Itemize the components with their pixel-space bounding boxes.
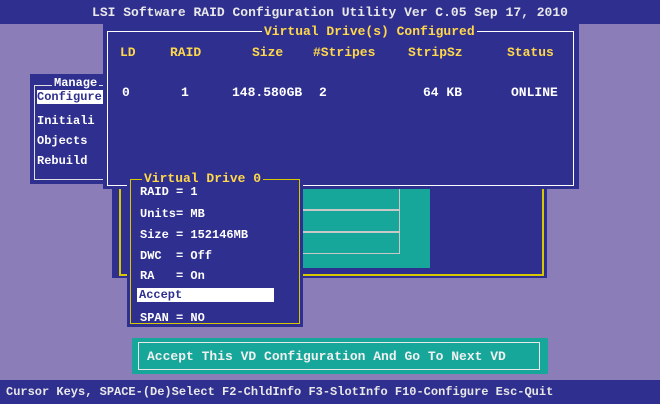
col-header-stripes: #Stripes bbox=[313, 45, 376, 60]
col-header-size: Size bbox=[252, 45, 284, 60]
col-header-raid: RAID bbox=[170, 45, 202, 60]
menu-item-initialize[interactable]: Initiali bbox=[37, 114, 95, 128]
management-menu-legend: Manage bbox=[52, 76, 100, 90]
array-slot-2 bbox=[300, 210, 400, 232]
vd-configured-legend: Virtual Drive(s) Configured bbox=[262, 24, 477, 39]
vd-row-0-size: 148.580GB bbox=[232, 85, 303, 100]
col-header-stripsz: StripSz bbox=[408, 45, 463, 60]
vd0-accept[interactable]: Accept bbox=[137, 288, 274, 302]
array-slot-3 bbox=[300, 232, 400, 254]
vd-row-0-raid: 1 bbox=[181, 85, 189, 100]
array-slot-1 bbox=[300, 188, 400, 210]
accept-button-label: Accept This VD Configuration And Go To N… bbox=[147, 349, 506, 364]
vd-row-0-status: ONLINE bbox=[511, 85, 558, 100]
vd0-ra[interactable]: RA = On bbox=[140, 269, 205, 283]
vd-row-0-ld: 0 bbox=[122, 85, 130, 100]
vd0-dwc[interactable]: DWC = Off bbox=[140, 249, 212, 263]
menu-item-configure[interactable]: Configure bbox=[37, 90, 109, 104]
app-title: LSI Software RAID Configuration Utility … bbox=[92, 5, 568, 20]
menu-item-objects[interactable]: Objects bbox=[37, 134, 87, 148]
vd-row-0-stripsz: 64 KB bbox=[423, 85, 463, 100]
vd0-raid[interactable]: RAID = 1 bbox=[140, 185, 198, 199]
menu-item-rebuild[interactable]: Rebuild bbox=[37, 154, 87, 168]
vd0-size[interactable]: Size = 152146MB bbox=[140, 228, 248, 242]
col-header-ld: LD bbox=[120, 45, 136, 60]
vd0-units[interactable]: Units= MB bbox=[140, 207, 205, 221]
status-bar-text: Cursor Keys, SPACE-(De)Select F2-ChldInf… bbox=[6, 385, 554, 399]
col-header-status: Status bbox=[507, 45, 554, 60]
vd0-span[interactable]: SPAN = NO bbox=[140, 311, 205, 325]
vd0-legend: Virtual Drive 0 bbox=[142, 171, 264, 186]
vd-row-0-stripes: 2 bbox=[319, 85, 327, 100]
